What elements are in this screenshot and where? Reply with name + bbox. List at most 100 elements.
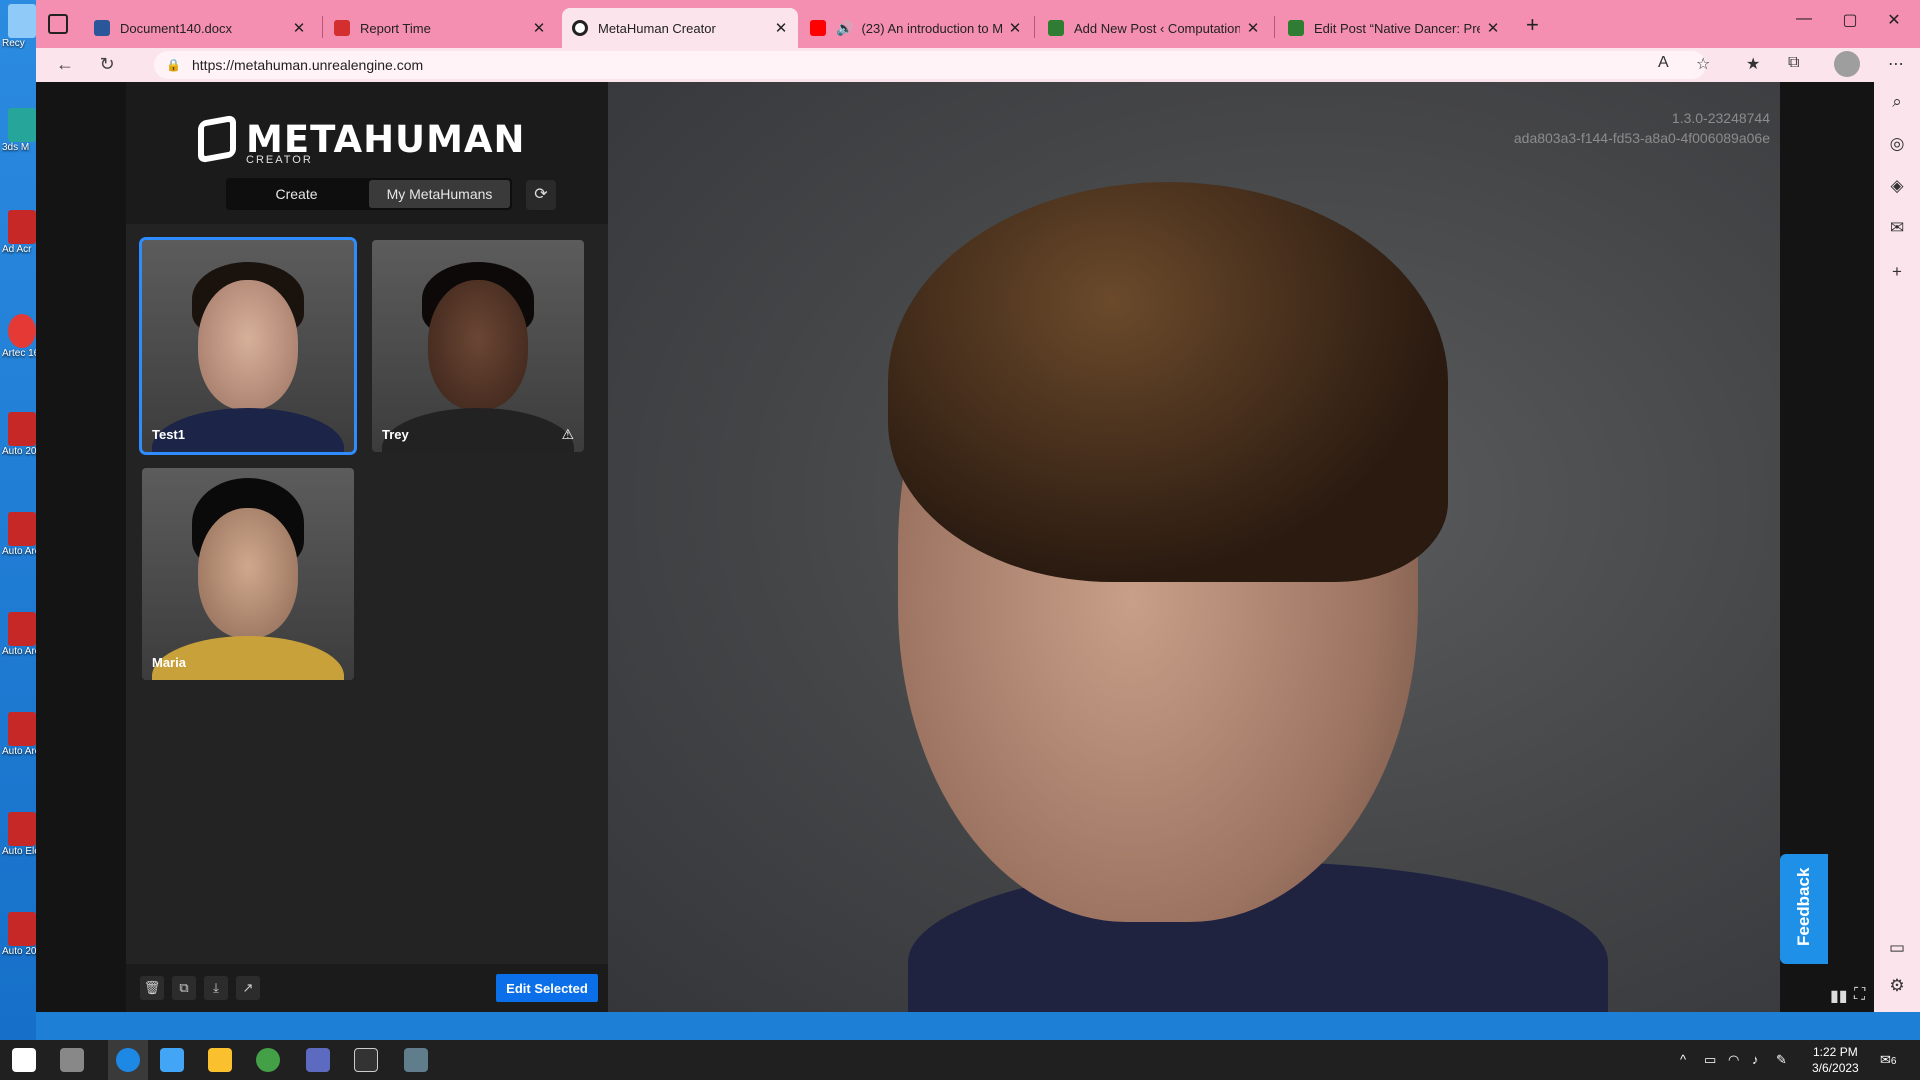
close-icon[interactable]: ✕ (532, 19, 546, 37)
lock-icon: 🔒 (166, 58, 181, 72)
desktop-icon-autocad-arch[interactable]: Auto Archi (2, 612, 36, 674)
export-icon[interactable]: ↗ (236, 976, 260, 1000)
fullscreen-icon[interactable]: ⛶ (1854, 986, 1865, 1004)
close-icon[interactable]: ✕ (1246, 19, 1260, 37)
youtube-icon (810, 20, 826, 36)
close-icon[interactable]: ✕ (292, 19, 306, 37)
character-card-test1[interactable]: Test1 (139, 237, 357, 455)
chrome-icon[interactable] (256, 1048, 280, 1072)
games-icon[interactable]: ◈ (1886, 176, 1908, 198)
desktop-icon-autocad-2022[interactable]: Auto 2022 (2, 912, 36, 974)
duplicate-icon[interactable]: ⧉ (172, 976, 196, 1000)
tray-chevron-icon[interactable]: ^ (1680, 1052, 1686, 1067)
desktop-icon-autocad[interactable]: Auto 2022 (2, 412, 36, 474)
tab-report-time[interactable]: Report Time ✕ (324, 8, 556, 48)
close-icon[interactable]: ✕ (774, 19, 788, 37)
edge-icon[interactable] (116, 1048, 140, 1072)
left-panel: ariannrousu METAHUMAN CREATOR Create My … (36, 82, 608, 1012)
tab-document[interactable]: Document140.docx ✕ (84, 8, 316, 48)
new-tab-button[interactable]: + (1526, 12, 1539, 38)
windows-start-icon[interactable] (12, 1048, 36, 1072)
feedback-tab[interactable]: Feedback (1780, 854, 1828, 964)
close-window-button[interactable]: ✕ (1874, 10, 1914, 30)
download-icon[interactable]: ⤓ (204, 976, 228, 1000)
more-menu-icon[interactable]: ⋯ (1888, 54, 1904, 74)
character-name: Maria (152, 655, 186, 670)
3ds-max-icon (8, 108, 36, 142)
tab-youtube[interactable]: 🔊 (23) An introduction to Met ✕ (800, 8, 1032, 48)
refresh-button[interactable]: ⟳ (526, 180, 556, 210)
tab-divider (1274, 16, 1275, 38)
clock[interactable]: 1:22 PM 3/6/2023 (1812, 1044, 1859, 1076)
desktop-icon-autocad-arch[interactable]: Auto Archi (2, 712, 36, 774)
character-card-trey[interactable]: Trey ⚠ (372, 240, 584, 452)
volume-icon[interactable]: ♪ (1752, 1052, 1759, 1067)
back-icon[interactable]: ← (52, 54, 78, 75)
autocad-icon (8, 812, 36, 846)
address-bar-row: ← ↻ 🔒 https://metahuman.unrealengine.com… (36, 48, 1920, 82)
delete-icon[interactable]: 🗑 (140, 976, 164, 1000)
3d-viewport[interactable]: 1.3.0-23248744 ada803a3-f144-fd53-a8a0-4… (608, 82, 1780, 1012)
wifi-icon[interactable]: ◠ (1728, 1052, 1739, 1068)
metahuman-logo: METAHUMAN CREATOR (198, 114, 526, 166)
autocad-icon (8, 912, 36, 946)
favorites-icon[interactable]: ★ (1746, 54, 1760, 74)
tab-my-metahumans[interactable]: My MetaHumans (369, 180, 510, 208)
tab-actions-icon[interactable] (48, 14, 68, 34)
edit-selected-button[interactable]: Edit Selected (496, 974, 598, 1002)
character-card-maria[interactable]: Maria (142, 468, 354, 680)
address-bar[interactable]: 🔒 https://metahuman.unrealengine.com (154, 51, 1706, 79)
file-explorer-icon[interactable] (208, 1048, 232, 1072)
desktop-icon-label: Auto Archi (2, 646, 36, 657)
favorite-star-icon[interactable]: ☆ (1696, 54, 1710, 74)
taskbar: ^ ▭ ◠ ♪ ✎ 1:22 PM 3/6/2023 ✉6 (0, 1040, 1920, 1080)
profile-avatar[interactable] (1834, 51, 1860, 77)
viewport-side-strip: Feedback ▮▮ ⛶ (1780, 82, 1874, 1012)
desktop-icon-autocad-arch[interactable]: Auto Archi (2, 512, 36, 574)
read-aloud-icon[interactable]: A (1658, 54, 1669, 72)
desktop-icon-artec[interactable]: Artec 16 Pro (2, 314, 36, 376)
desktop-icon-label: Ad Acr (2, 244, 32, 255)
remote-desktop-icon[interactable] (404, 1048, 428, 1072)
tab-create[interactable]: Create (226, 178, 367, 210)
search-icon[interactable]: ⌕ (1886, 92, 1908, 114)
desktop-icon-acrobat[interactable]: Ad Acr (2, 210, 36, 272)
portrait-face (198, 280, 298, 410)
tab-title: MetaHuman Creator (598, 20, 716, 36)
notification-count: 6 (1890, 1056, 1897, 1067)
teams-icon[interactable] (306, 1048, 330, 1072)
desktop-icon-label: 3ds M (2, 142, 30, 153)
task-view-icon[interactable] (60, 1048, 84, 1072)
stats-icon[interactable]: ▮▮ (1830, 986, 1848, 1006)
close-icon[interactable]: ✕ (1008, 19, 1022, 37)
character-name: Trey (382, 427, 409, 442)
epic-games-icon[interactable] (354, 1048, 378, 1072)
store-icon[interactable] (160, 1048, 184, 1072)
tab-title: Document140.docx (120, 20, 233, 36)
tab-edit-post[interactable]: Edit Post “Native Dancer: Prepar ✕ (1278, 8, 1510, 48)
battery-icon[interactable]: ▭ (1704, 1052, 1716, 1068)
minimize-button[interactable]: — (1784, 10, 1824, 28)
desktop-icon-3ds-max[interactable]: 3ds M (2, 108, 36, 170)
close-icon[interactable]: ✕ (1486, 19, 1500, 37)
character-grid: Test1 Trey ⚠ Maria (126, 224, 608, 964)
tab-add-new-post[interactable]: Add New Post ‹ Computational F ✕ (1038, 8, 1270, 48)
desktop-icon-label: Artec 16 Pro (2, 348, 36, 359)
discover-icon[interactable]: ◎ (1886, 134, 1908, 156)
settings-gear-icon[interactable]: ⚙ (1886, 976, 1908, 998)
desktop-icon-autocad-elec[interactable]: Auto Elec (2, 812, 36, 874)
sidebar-toggle-icon[interactable]: ▭ (1886, 938, 1908, 960)
version-label: 1.3.0-23248744 (1671, 110, 1770, 126)
speaker-icon[interactable]: 🔊 (836, 20, 853, 37)
add-icon[interactable]: + (1886, 262, 1908, 284)
notification-icon[interactable]: ✉6 (1880, 1052, 1896, 1068)
maximize-button[interactable]: ▢ (1830, 10, 1870, 30)
autocad-icon (8, 612, 36, 646)
refresh-icon[interactable]: ↻ (94, 54, 120, 75)
pen-icon[interactable]: ✎ (1776, 1052, 1787, 1068)
collections-icon[interactable]: ⧉ (1788, 54, 1799, 72)
outlook-icon[interactable]: ✉ (1886, 218, 1908, 240)
desktop-icon-label: Auto Archi (2, 746, 36, 757)
desktop-icon-recycle-bin[interactable]: Recy (2, 4, 36, 66)
tab-metahuman-creator[interactable]: MetaHuman Creator ✕ (562, 8, 798, 48)
